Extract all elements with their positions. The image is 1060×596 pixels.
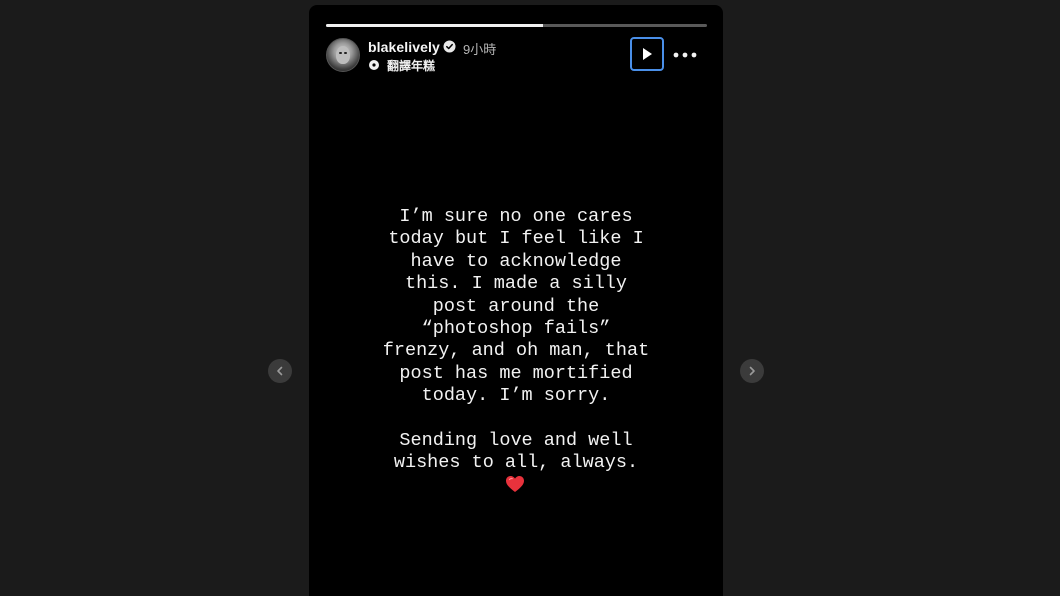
story-text: I’m sure no one cares today but I feel l… xyxy=(339,206,693,474)
story-text-line: Sending love and well xyxy=(399,429,633,451)
audio-label: 翻譯年糕 xyxy=(387,58,436,73)
chevron-right-icon xyxy=(749,366,755,376)
author-username[interactable]: blakelively xyxy=(368,39,440,55)
story-text-line: today but I feel like I xyxy=(388,228,644,250)
heart-emoji-icon xyxy=(506,476,524,492)
story-viewer: blakelively 9小時 翻譯年糕 I’m sure no one car… xyxy=(0,0,1060,596)
more-icon xyxy=(673,52,697,58)
story-text-line: post has me mortified xyxy=(399,362,633,384)
verified-badge-icon xyxy=(443,40,456,53)
story-text-line: today. I’m sorry. xyxy=(421,385,611,407)
story-text-line: this. I made a silly xyxy=(404,273,628,295)
audio-attribution[interactable]: 翻譯年糕 xyxy=(368,58,436,73)
more-options-button[interactable] xyxy=(670,45,700,65)
post-time: 9小時 xyxy=(463,42,497,57)
avatar[interactable] xyxy=(326,38,360,72)
chevron-left-icon xyxy=(277,366,283,376)
story-text-line: wishes to all, always. xyxy=(393,452,639,474)
story-text-line: frenzy, and oh man, that xyxy=(382,340,650,362)
play-button[interactable] xyxy=(630,37,664,71)
story-text-line: I’m sure no one cares xyxy=(399,206,633,227)
story-progress-fill xyxy=(326,24,544,27)
previous-story-button[interactable] xyxy=(268,359,292,383)
next-story-button[interactable] xyxy=(740,359,764,383)
story-text-line: post around the xyxy=(432,295,600,317)
story-text-line: have to acknowledge xyxy=(410,250,622,272)
story-text-line: “photoshop fails” xyxy=(421,318,611,340)
play-icon xyxy=(643,48,652,60)
story-progress-bar xyxy=(326,24,707,27)
story-card[interactable]: blakelively 9小時 翻譯年糕 I’m sure no one car… xyxy=(309,5,723,596)
audio-icon xyxy=(369,60,379,70)
